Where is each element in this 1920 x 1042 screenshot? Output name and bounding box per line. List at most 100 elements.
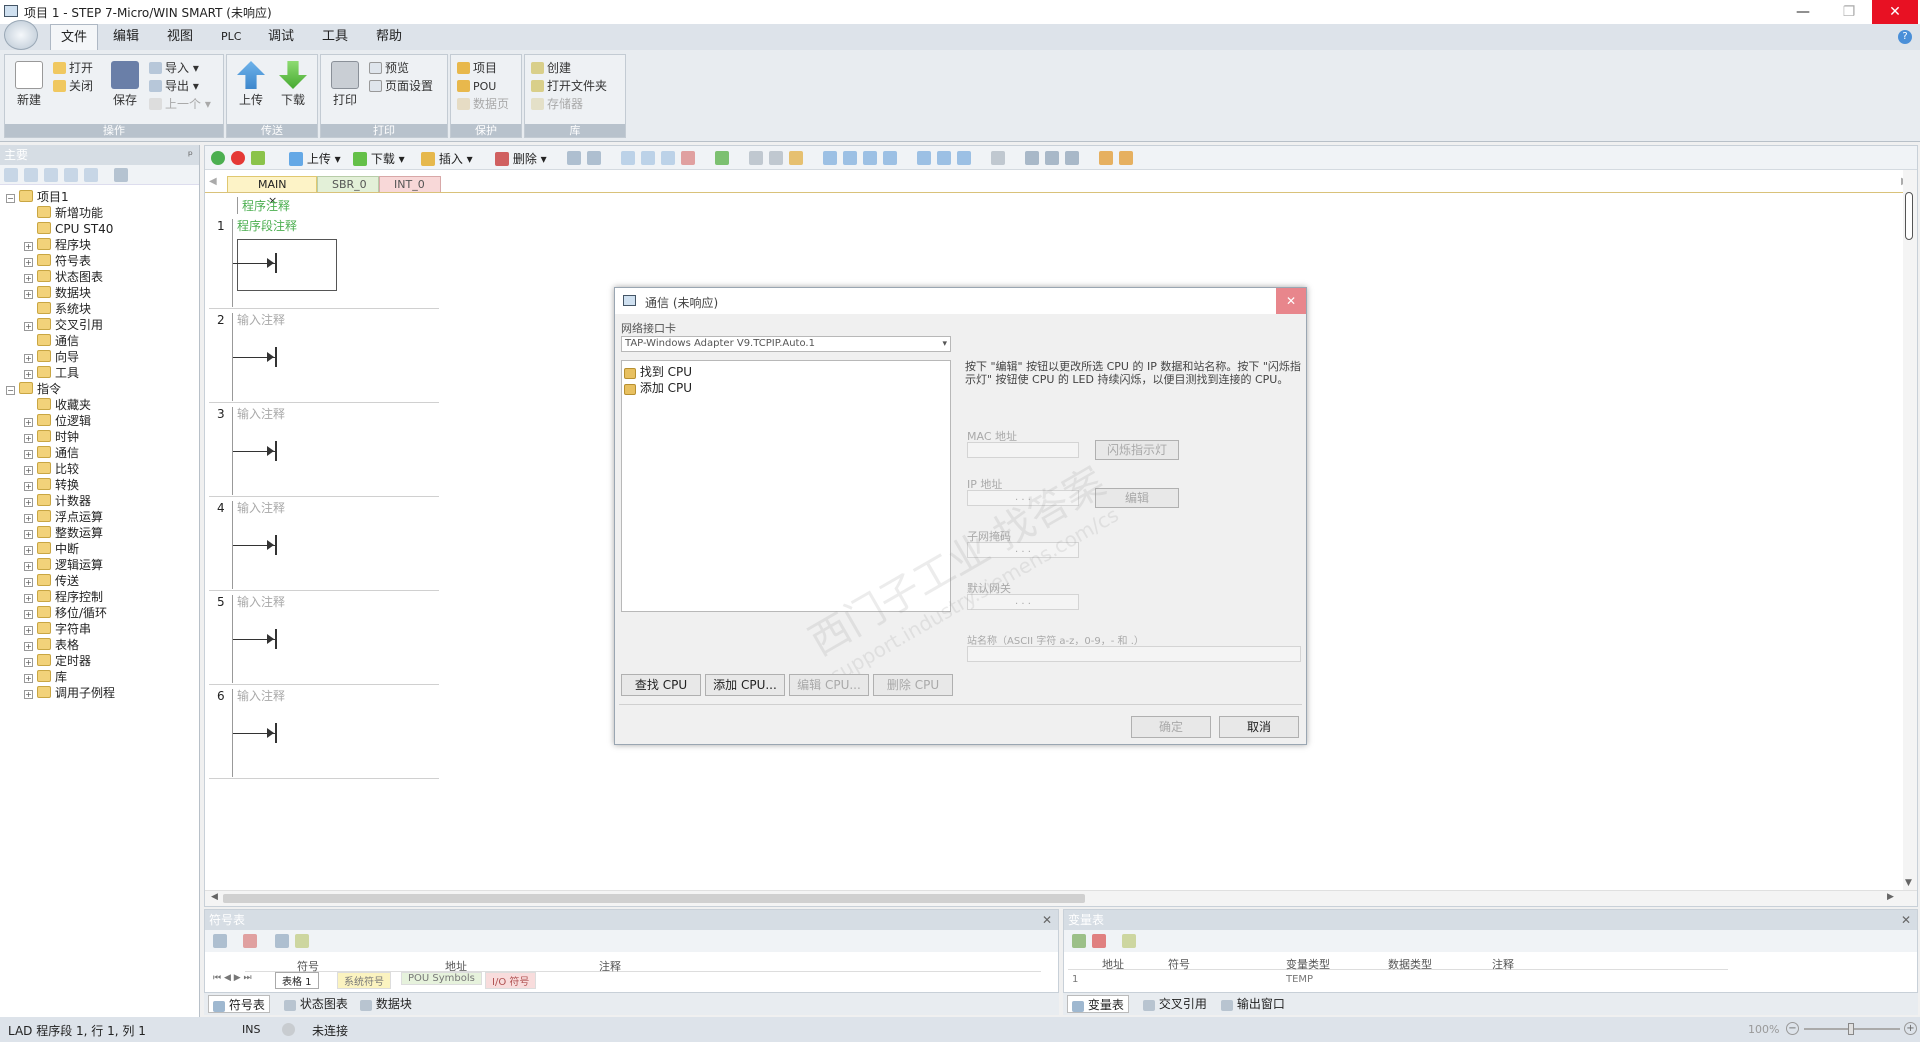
tree-item[interactable]: + 通信	[24, 445, 79, 461]
new-button[interactable]: 新建	[9, 61, 49, 108]
menu-file[interactable]: 文件	[50, 24, 99, 50]
tree-item[interactable]: 系统块	[24, 301, 91, 317]
zoom-slider[interactable]	[1804, 1023, 1900, 1035]
table-row[interactable]: 1 TEMP	[1068, 974, 1728, 988]
expand-icon[interactable]: +	[24, 258, 33, 267]
expand-icon[interactable]: +	[24, 546, 33, 555]
list-item-find-cpu[interactable]: 找到 CPU	[624, 363, 692, 380]
library-open-folder-button[interactable]: 打开文件夹	[531, 77, 607, 95]
toolbar-tool-k-icon[interactable]	[823, 151, 837, 165]
toolbar-tool-v-icon[interactable]	[1099, 151, 1113, 165]
toolbar-download[interactable]: 下载 ▾	[353, 150, 405, 167]
network-comment[interactable]: 输入注释	[237, 499, 285, 516]
vertical-scrollbar[interactable]: ▼	[1903, 170, 1917, 890]
tree-item[interactable]: 新增功能	[24, 205, 103, 221]
app-menu-orb[interactable]	[4, 20, 38, 50]
tree-item[interactable]: + 移位/循环	[24, 605, 107, 621]
toolbar-tool-n-icon[interactable]	[883, 151, 897, 165]
collapse-icon[interactable]: −	[6, 386, 15, 395]
network-comment[interactable]: 输入注释	[237, 311, 285, 328]
tree-item[interactable]: 收藏夹	[24, 397, 91, 413]
tree-item[interactable]: + 计数器	[24, 493, 91, 509]
ladder-cursor-box[interactable]	[237, 239, 337, 291]
page-setup-button[interactable]: 页面设置	[369, 77, 433, 95]
expand-icon[interactable]: +	[24, 658, 33, 667]
expand-icon[interactable]: +	[24, 626, 33, 635]
upload-button[interactable]: 上传	[231, 61, 271, 108]
library-create-button[interactable]: 创建	[531, 59, 571, 77]
tree-item[interactable]: + 定时器	[24, 653, 91, 669]
tree-item[interactable]: + 时钟	[24, 429, 79, 445]
save-button[interactable]: 保存	[105, 61, 145, 108]
toolbar-tool-c-icon[interactable]	[621, 151, 635, 165]
tree-item[interactable]: + 工具	[24, 365, 79, 381]
toolbar-tool-d-icon[interactable]	[641, 151, 655, 165]
list-item-add-cpu[interactable]: 添加 CPU	[624, 379, 692, 396]
zoom-slider-thumb[interactable]	[1848, 1023, 1854, 1035]
toolbar-tool-j-icon[interactable]	[789, 151, 803, 165]
symbol-add-icon[interactable]	[213, 934, 227, 948]
expand-icon[interactable]: +	[24, 322, 33, 331]
close-window-button[interactable]: ✕	[1872, 0, 1918, 24]
cancel-button[interactable]: 取消	[1219, 716, 1299, 738]
network-comment[interactable]: 程序段注释	[237, 217, 297, 234]
compile-icon[interactable]	[251, 151, 265, 165]
blink-led-button[interactable]: 闪烁指示灯	[1095, 440, 1179, 460]
help-icon[interactable]: ?	[1898, 30, 1912, 44]
toolbar-upload[interactable]: 上传 ▾	[289, 150, 341, 167]
tree-tool-6-icon[interactable]	[114, 168, 128, 182]
toolbar-tool-f-icon[interactable]	[681, 151, 695, 165]
tab-int0[interactable]: INT_0	[379, 176, 441, 192]
delete-cpu-button[interactable]: 删除 CPU	[873, 674, 953, 696]
symbol-delete-icon[interactable]	[243, 934, 257, 948]
tree-item[interactable]: + 浮点运算	[24, 509, 103, 525]
sheet-tab-table1[interactable]: 表格 1	[275, 972, 319, 989]
toolbar-tool-p-icon[interactable]	[937, 151, 951, 165]
tree-tool-5-icon[interactable]	[84, 168, 98, 182]
menu-view[interactable]: 视图	[157, 24, 203, 50]
tree-tool-2-icon[interactable]	[24, 168, 38, 182]
export-button[interactable]: 导出 ▾	[149, 77, 199, 95]
tree-item[interactable]: + 位逻辑	[24, 413, 91, 429]
close-button[interactable]: 关闭	[53, 77, 93, 95]
add-cpu-button[interactable]: 添加 CPU...	[705, 674, 785, 696]
expand-icon[interactable]: +	[24, 450, 33, 459]
panel-close-icon[interactable]: ✕	[1901, 910, 1911, 930]
toolbar-tool-q-icon[interactable]	[957, 151, 971, 165]
bottom-tab-output-window[interactable]: 输出窗口	[1217, 995, 1289, 1013]
tree-item[interactable]: + 比较	[24, 461, 79, 477]
zoom-out-icon[interactable]: −	[1786, 1022, 1799, 1035]
tree-item[interactable]: + 交叉引用	[24, 317, 103, 333]
toolbar-tool-u-icon[interactable]	[1065, 151, 1079, 165]
bottom-tab-symbol-table[interactable]: 符号表	[208, 995, 270, 1013]
ok-button[interactable]: 确定	[1131, 716, 1211, 738]
toolbar-tool-i-icon[interactable]	[769, 151, 783, 165]
toolbar-tool-g-icon[interactable]	[715, 151, 729, 165]
previous-button[interactable]: 上一个 ▾	[149, 95, 211, 113]
sheet-nav[interactable]: ⏮ ◀ ▶ ⏭	[213, 973, 252, 983]
tab-scroll-left[interactable]: ◀	[209, 176, 217, 187]
tree-item[interactable]: + 调用子例程	[24, 685, 115, 701]
print-button[interactable]: 打印	[325, 61, 365, 108]
toolbar-tool-o-icon[interactable]	[917, 151, 931, 165]
tree-item[interactable]: + 转换	[24, 477, 79, 493]
toolbar-tool-s-icon[interactable]	[1025, 151, 1039, 165]
symbol-tool2-icon[interactable]	[295, 934, 309, 948]
tree-item[interactable]: + 程序控制	[24, 589, 103, 605]
nic-select[interactable]: TAP-Windows Adapter V9.TCPIP.Auto.1 ▾	[621, 336, 951, 352]
run-icon[interactable]	[211, 151, 225, 165]
toolbar-tool-b-icon[interactable]	[587, 151, 601, 165]
bottom-tab-var-table[interactable]: 变量表	[1067, 995, 1129, 1013]
tree-item[interactable]: + 数据块	[24, 285, 91, 301]
menu-edit[interactable]: 编辑	[103, 24, 149, 50]
toolbar-tool-l-icon[interactable]	[843, 151, 857, 165]
stop-icon[interactable]	[231, 151, 245, 165]
bottom-tab-data-block[interactable]: 数据块	[356, 995, 416, 1013]
tree-item[interactable]: − 项目1	[6, 189, 69, 205]
scroll-thumb[interactable]	[1905, 192, 1913, 240]
toolbar-tool-m-icon[interactable]	[863, 151, 877, 165]
menu-debug[interactable]: 调试	[258, 24, 304, 50]
expand-icon[interactable]: +	[24, 242, 33, 251]
sheet-tab-system[interactable]: 系统符号	[337, 972, 391, 989]
collapse-icon[interactable]: −	[6, 194, 15, 203]
